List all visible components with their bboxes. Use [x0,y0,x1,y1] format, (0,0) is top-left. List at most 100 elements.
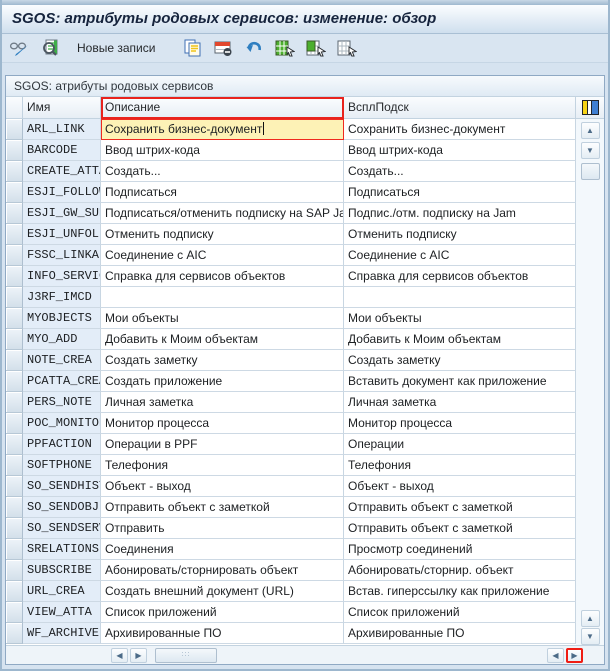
cell-description[interactable]: Создать внешний документ (URL) [101,581,344,602]
cell-description[interactable]: Создать заметку [101,350,344,371]
select-all-button[interactable] [273,36,297,60]
row-selector[interactable] [6,203,23,224]
cell-description[interactable] [101,287,344,308]
cell-tooltip[interactable]: Просмотр соединений [344,539,576,560]
cell-description[interactable]: Соединения [101,539,344,560]
cell-name[interactable]: BARCODE [23,140,101,161]
cell-description[interactable]: Создать... [101,161,344,182]
cell-description[interactable]: Соединение с AIC [101,245,344,266]
choose-view-button[interactable] [39,36,63,60]
cell-tooltip[interactable]: Отправить объект с заметкой [344,497,576,518]
cell-tooltip[interactable]: Создать заметку [344,350,576,371]
display-change-toggle-button[interactable] [8,36,32,60]
cell-name[interactable]: MYO_ADD [23,329,101,350]
undo-button[interactable] [242,36,266,60]
row-selector[interactable] [6,266,23,287]
cell-name[interactable]: SO_SENDOBJ [23,497,101,518]
scroll-down-button[interactable]: ▼ [581,142,600,159]
row-selector[interactable] [6,539,23,560]
cell-description[interactable]: Монитор процесса [101,413,344,434]
cell-description[interactable]: Создать приложение [101,371,344,392]
cell-description[interactable]: Ввод штрих-кода [101,140,344,161]
cell-description[interactable]: Подписаться/отменить подписку на SAP Jam [101,203,344,224]
scroll-left-button[interactable]: ◀ [111,648,128,663]
cell-tooltip[interactable]: Операции [344,434,576,455]
row-selector[interactable] [6,518,23,539]
cell-description[interactable]: Мои объекты [101,308,344,329]
deselect-all-button[interactable] [335,36,359,60]
cell-name[interactable]: URL_CREA [23,581,101,602]
cell-name[interactable]: SUBSCRIBE [23,560,101,581]
cell-name[interactable]: CREATE_ATTA [23,161,101,182]
row-selector[interactable] [6,497,23,518]
row-selector[interactable] [6,287,23,308]
cell-tooltip[interactable]: Телефония [344,455,576,476]
cell-tooltip[interactable]: Отменить подписку [344,224,576,245]
cell-tooltip[interactable]: Вставить документ как приложение [344,371,576,392]
cell-name[interactable]: MYOBJECTS [23,308,101,329]
row-selector[interactable] [6,455,23,476]
cell-description[interactable]: Отменить подписку [101,224,344,245]
cell-name[interactable]: PCATTA_CREA [23,371,101,392]
row-selector[interactable] [6,581,23,602]
table-settings-button[interactable] [576,97,604,119]
cell-description[interactable]: Справка для сервисов объектов [101,266,344,287]
column-header-description[interactable]: Описание [101,97,344,119]
row-selector[interactable] [6,224,23,245]
cell-name[interactable]: ESJI_UNFOLLO [23,224,101,245]
new-entries-button[interactable]: Новые записи [70,36,162,60]
select-block-button[interactable] [304,36,328,60]
cell-description[interactable]: Отправить [101,518,344,539]
row-selector[interactable] [6,350,23,371]
description-edit-field[interactable]: Сохранить бизнес-документ [101,119,344,140]
copy-as-template-button[interactable] [180,36,204,60]
cell-name[interactable]: SOFTPHONE [23,455,101,476]
column-header-name[interactable]: Имя [23,97,101,119]
row-selector[interactable] [6,413,23,434]
cell-name[interactable]: PERS_NOTE [23,392,101,413]
cell-tooltip[interactable]: Встав. гиперссылку как приложение [344,581,576,602]
cell-description[interactable]: Абонировать/сторнировать объект [101,560,344,581]
column-header-tooltip[interactable]: ВсплПодск [344,97,576,119]
scroll-up-bottom-button[interactable]: ▲ [581,610,600,627]
cell-tooltip[interactable]: Личная заметка [344,392,576,413]
cell-name[interactable]: J3RF_IMCD [23,287,101,308]
cell-tooltip[interactable]: Сохранить бизнес-документ [344,119,576,140]
row-selector[interactable] [6,560,23,581]
cell-name[interactable]: ESJI_GW_SUB [23,203,101,224]
cell-name[interactable]: FSSC_LINKAIC [23,245,101,266]
cell-tooltip[interactable]: Подписаться [344,182,576,203]
row-selector[interactable] [6,623,23,644]
vertical-scroll-thumb[interactable] [581,163,600,180]
select-all-header-cell[interactable] [6,97,23,119]
cell-name[interactable]: ARL_LINK [23,119,101,140]
cell-name[interactable]: NOTE_CREA [23,350,101,371]
cell-tooltip[interactable]: Объект - выход [344,476,576,497]
cell-tooltip[interactable]: Отправить объект с заметкой [344,518,576,539]
cell-description[interactable]: Операции в PPF [101,434,344,455]
cell-description[interactable]: Объект - выход [101,476,344,497]
cell-description[interactable]: Личная заметка [101,392,344,413]
cell-name[interactable]: PPFACTION [23,434,101,455]
cell-name[interactable]: SO_SENDSERV [23,518,101,539]
scroll-up-button[interactable]: ▲ [581,122,600,139]
row-selector[interactable] [6,476,23,497]
row-selector[interactable] [6,602,23,623]
cell-name[interactable]: POC_MONITOR [23,413,101,434]
cell-name[interactable]: WF_ARCHIVE [23,623,101,644]
scroll-right-button[interactable]: ▶ [130,648,147,663]
row-selector[interactable] [6,161,23,182]
cell-tooltip[interactable]: Справка для сервисов объектов [344,266,576,287]
cell-description[interactable]: Список приложений [101,602,344,623]
row-selector[interactable] [6,434,23,455]
cell-tooltip[interactable]: Абонировать/сторнир. объект [344,560,576,581]
cell-tooltip[interactable]: Создать... [344,161,576,182]
cell-tooltip[interactable] [344,287,576,308]
cell-description[interactable]: Подписаться [101,182,344,203]
delete-row-button[interactable] [211,36,235,60]
cell-description[interactable]: Телефония [101,455,344,476]
row-selector[interactable] [6,245,23,266]
cell-tooltip[interactable]: Соединение с AIC [344,245,576,266]
row-selector[interactable] [6,119,23,140]
scroll-right-right-pane-button[interactable]: ▶ [566,648,583,663]
